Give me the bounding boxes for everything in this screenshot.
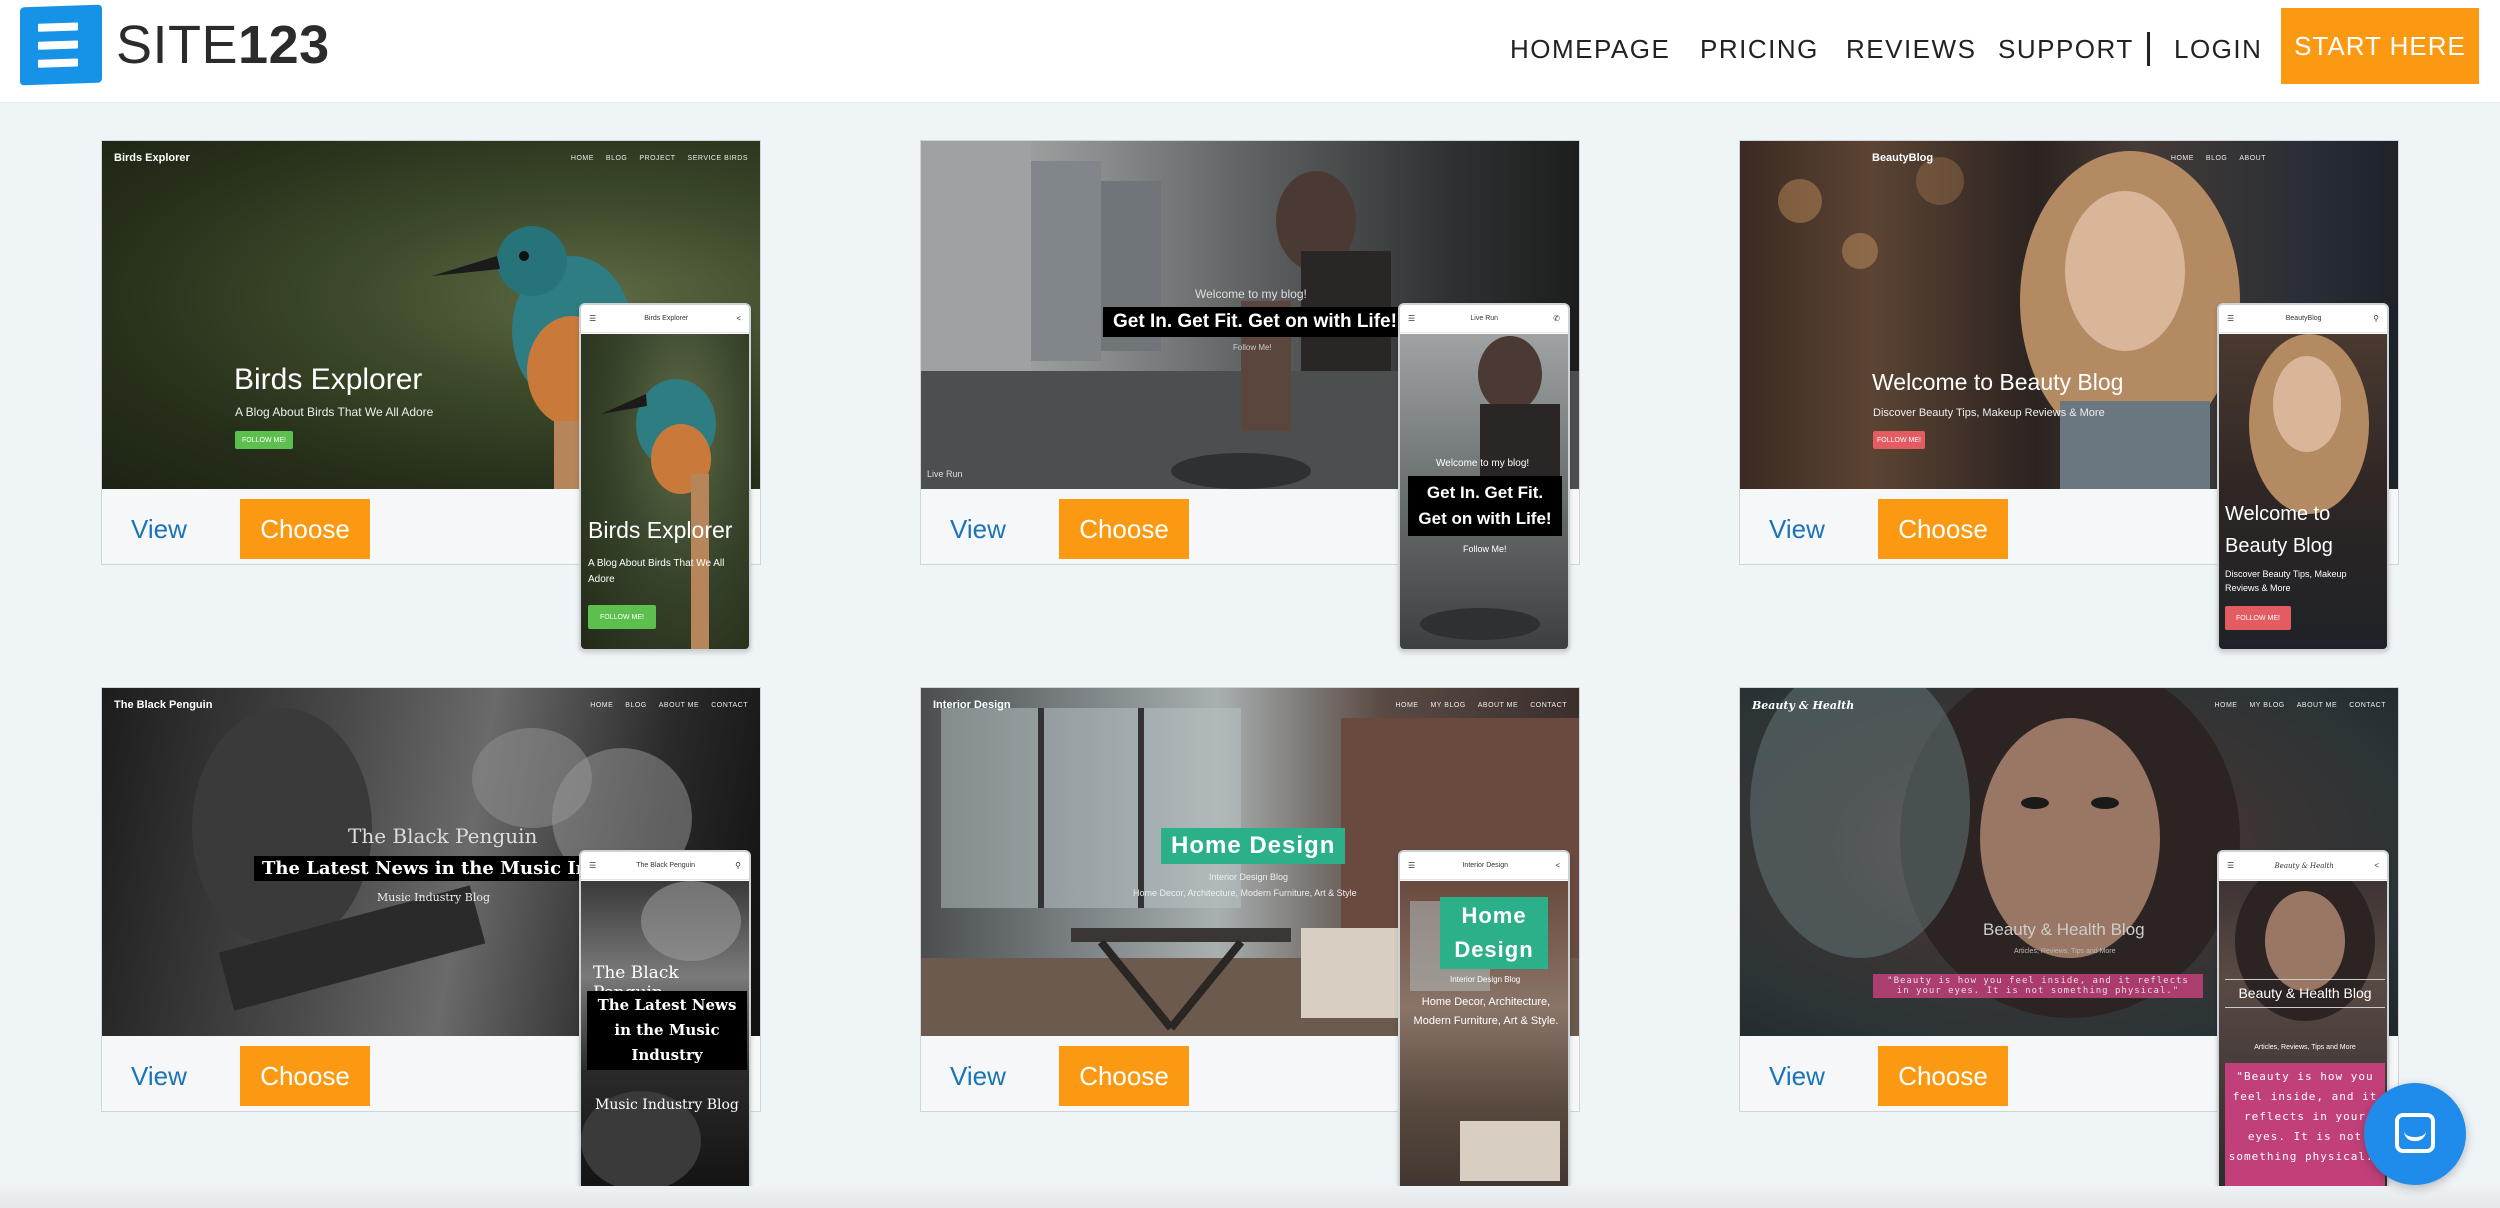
mobile-quote: "Beauty is how you feel inside, and it r…	[2225, 1063, 2385, 1189]
template-preview-mobile-black-penguin[interactable]: ☰ The Black Penguin ⚲ The Black Penguin …	[579, 850, 751, 1198]
share-icon: <	[736, 314, 741, 323]
phone-icon: ✆	[1553, 314, 1560, 323]
preview-quote: "Beauty is how you feel inside, and it r…	[1873, 974, 2203, 998]
template-preview-mobile-birds-explorer[interactable]: ☰ Birds Explorer < Birds Explorer A Blog…	[579, 303, 751, 651]
logo-text: SITE123	[116, 15, 330, 75]
mobile-topbar: ☰ Birds Explorer <	[581, 305, 749, 333]
preview-subtitle: Music Industry Blog	[377, 891, 491, 904]
mobile-body: Home Decor, Architecture, Modern Furnitu…	[1413, 996, 1559, 1027]
mobile-follow-button: FOLLOW ME!	[2225, 606, 2291, 630]
menu-icon: ☰	[1408, 861, 1416, 870]
site-logo[interactable]: SITE123	[20, 4, 330, 86]
template-preview-mobile-beauty-health[interactable]: ☰ Beauty & Health < Beauty & Health Blog…	[2217, 850, 2389, 1198]
nav-login[interactable]: LOGIN	[2174, 34, 2262, 65]
mobile-topbar: ☰ Interior Design <	[1400, 852, 1568, 880]
mobile-topbar: ☰ Live Run ✆	[1400, 305, 1568, 333]
preview-subtitle: Interior Design Blog	[1209, 872, 1289, 882]
mobile-button: Follow Me!	[1463, 544, 1507, 554]
preview-follow-button: FOLLOW ME!	[235, 431, 293, 449]
view-button[interactable]: View	[1769, 505, 1825, 553]
choose-button[interactable]: Choose	[1878, 499, 2008, 559]
mobile-subtitle: Discover Beauty Tips, Makeup Reviews & M…	[2225, 569, 2347, 593]
choose-button[interactable]: Choose	[1878, 1046, 2008, 1106]
mobile-kicker: Welcome to my blog!	[1436, 458, 1530, 469]
nav-reviews[interactable]: REVIEWS	[1846, 34, 1976, 65]
desktop-nav: Birds Explorer HOME BLOG PROJECT SERVICE BI…	[114, 152, 748, 164]
woman-portrait-image	[2249, 334, 2369, 514]
view-button[interactable]: View	[950, 505, 1006, 553]
mobile-subtitle: Interior Design Blog	[1450, 975, 1521, 984]
preview-title: Get In. Get Fit. Get on with Life!	[1103, 307, 1407, 337]
mobile-title: Welcome to Beauty Blog	[2225, 503, 2333, 557]
preview-body: Home Decor, Architecture, Modern Furnitu…	[1133, 888, 1357, 898]
preview-title: Birds Explorer	[234, 363, 423, 396]
search-icon: ⚲	[2373, 314, 2379, 323]
view-button[interactable]: View	[131, 505, 187, 553]
chat-launcher-button[interactable]	[2364, 1083, 2466, 1185]
mobile-topbar: ☰ BeautyBlog ⚲	[2219, 305, 2387, 333]
preview-subtitle: Follow Me!	[1233, 343, 1272, 352]
mobile-topbar: ☰ The Black Penguin ⚲	[581, 852, 749, 880]
mobile-topbar: ☰ Beauty & Health <	[2219, 852, 2387, 880]
mobile-subtitle: Articles, Reviews, Tips and More	[2254, 1044, 2356, 1051]
search-icon: ⚲	[735, 861, 741, 870]
mobile-subtitle: A Blog About Birds That We All Adore	[588, 558, 725, 585]
desktop-nav: The Black Penguin HOME BLOG ABOUT ME CONTAC…	[114, 699, 748, 711]
nav-support[interactable]: SUPPORT	[1998, 34, 2134, 65]
logo-mark-icon	[20, 4, 102, 86]
nav-homepage[interactable]: HOMEPAGE	[1510, 34, 1670, 65]
preview-footer-brand: Live Run	[927, 469, 963, 479]
preview-subtitle: Discover Beauty Tips, Makeup Reviews & M…	[1873, 407, 2105, 419]
template-preview-mobile-beauty-blog[interactable]: ☰ BeautyBlog ⚲ Welcome to Beauty Blog Di…	[2217, 303, 2389, 651]
choose-button[interactable]: Choose	[1059, 499, 1189, 559]
mobile-headline: The Latest News in the Music Industry	[587, 991, 747, 1070]
nav-divider	[2147, 32, 2150, 66]
mobile-subtitle: Music Industry Blog	[595, 1097, 739, 1113]
preview-title: The Black Penguin	[348, 824, 538, 848]
menu-icon: ☰	[2227, 314, 2235, 323]
menu-icon: ☰	[589, 314, 597, 323]
share-icon: <	[1555, 861, 1560, 870]
preview-kicker: Welcome to my blog!	[1195, 287, 1307, 301]
menu-icon: ☰	[1408, 314, 1416, 323]
view-button[interactable]: View	[131, 1052, 187, 1100]
view-button[interactable]: View	[1769, 1052, 1825, 1100]
view-button[interactable]: View	[950, 1052, 1006, 1100]
template-preview-mobile-interior-design[interactable]: ☰ Interior Design < Home Design Interior…	[1398, 850, 1570, 1198]
preview-follow-button: FOLLOW ME!	[1873, 431, 1925, 449]
desktop-nav: Interior Design HOME MY BLOG ABOUT ME CONTA…	[933, 699, 1567, 711]
kingfisher-image	[601, 379, 716, 649]
share-icon: <	[2374, 861, 2379, 870]
choose-button[interactable]: Choose	[240, 499, 370, 559]
desktop-nav: Beauty & Health HOME MY BLOG ABOUT ME CONTA…	[1752, 698, 2386, 712]
menu-icon: ☰	[589, 861, 597, 870]
page-bottom-edge	[0, 1186, 2500, 1208]
start-here-button[interactable]: START HERE	[2281, 8, 2479, 84]
choose-button[interactable]: Choose	[1059, 1046, 1189, 1106]
choose-button[interactable]: Choose	[240, 1046, 370, 1106]
site-header: SITE123 HOMEPAGE PRICING REVIEWS SUPPORT…	[0, 0, 2500, 103]
template-preview-mobile-live-run[interactable]: ☰ Live Run ✆ Welcome to my blog! Get In.…	[1398, 303, 1570, 651]
mobile-follow-button: FOLLOW ME!	[588, 605, 656, 629]
preview-title: Welcome to Beauty Blog	[1872, 369, 2124, 395]
mobile-title: Get In. Get Fit. Get on with Life!	[1408, 476, 1562, 536]
preview-subtitle: Articles, Reviews, Tips and More	[2014, 948, 2116, 955]
preview-subtitle: A Blog About Birds That We All Adore	[235, 405, 434, 419]
mobile-title: Home Design	[1440, 897, 1548, 969]
mobile-title: Birds Explorer	[588, 517, 733, 543]
preview-title: Home Design	[1161, 828, 1346, 864]
preview-title: Beauty & Health Blog	[1983, 920, 2145, 939]
menu-icon: ☰	[2227, 861, 2235, 870]
mobile-title: Beauty & Health Blog	[2225, 979, 2385, 1008]
desktop-nav: BeautyBlog HOME BLOG ABOUT	[1872, 152, 2266, 164]
nav-pricing[interactable]: PRICING	[1700, 34, 1819, 65]
